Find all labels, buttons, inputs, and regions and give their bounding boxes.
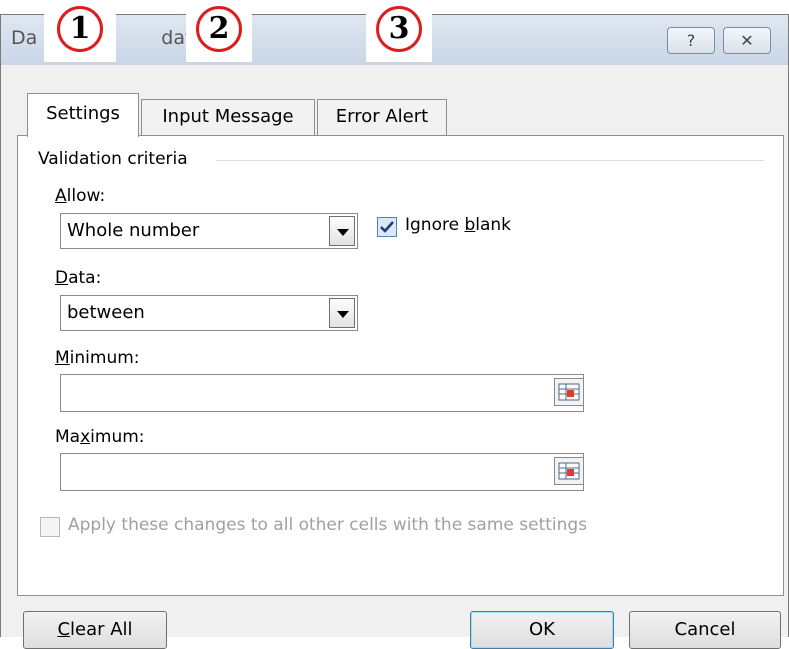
checkmark-icon xyxy=(380,221,394,233)
allow-label: Allow: xyxy=(55,186,106,206)
maximum-input[interactable] xyxy=(60,453,584,491)
minimum-input[interactable] xyxy=(60,374,584,412)
data-dropdown[interactable]: between xyxy=(60,295,358,331)
range-select-icon xyxy=(558,462,580,480)
cancel-button[interactable]: Cancel xyxy=(629,611,781,649)
data-validation-dialog: Dadation ? ✕ Settings Input Message Erro… xyxy=(0,14,789,649)
validation-criteria-label: Validation criteria xyxy=(38,149,188,169)
maximum-label: Maximum: xyxy=(55,427,145,447)
close-button[interactable]: ✕ xyxy=(723,27,771,54)
close-icon: ✕ xyxy=(740,31,754,50)
help-icon: ? xyxy=(686,31,696,50)
apply-all-label: Apply these changes to all other cells w… xyxy=(68,515,588,535)
tab-settings[interactable]: Settings xyxy=(27,93,139,137)
badge-3: 3 xyxy=(366,0,432,62)
range-select-icon xyxy=(558,383,580,401)
tab-error-alert[interactable]: Error Alert xyxy=(317,99,447,135)
data-value: between xyxy=(67,302,145,323)
dropdown-arrow-icon[interactable] xyxy=(329,216,355,246)
ok-button[interactable]: OK xyxy=(470,611,614,649)
settings-panel: Validation criteria Allow: Whole number … xyxy=(17,135,784,596)
badge-2: 2 xyxy=(186,0,252,62)
help-button[interactable]: ? xyxy=(667,27,715,54)
minimum-range-select-button[interactable] xyxy=(554,378,584,406)
tab-input-message[interactable]: Input Message xyxy=(141,99,315,135)
apply-all-checkbox[interactable] xyxy=(40,517,60,537)
badge-1: 1 xyxy=(44,0,116,62)
ignore-blank-label[interactable]: Ignore blank xyxy=(405,215,511,235)
allow-value: Whole number xyxy=(67,220,200,241)
minimum-label: Minimum: xyxy=(55,348,140,368)
maximum-range-select-button[interactable] xyxy=(554,457,584,485)
allow-dropdown[interactable]: Whole number xyxy=(60,213,358,249)
dropdown-arrow-icon[interactable] xyxy=(329,298,355,328)
group-separator xyxy=(216,160,764,161)
clear-all-button[interactable]: Clear All xyxy=(23,611,167,649)
data-label: Data: xyxy=(55,268,102,288)
ignore-blank-checkbox[interactable] xyxy=(377,217,397,237)
